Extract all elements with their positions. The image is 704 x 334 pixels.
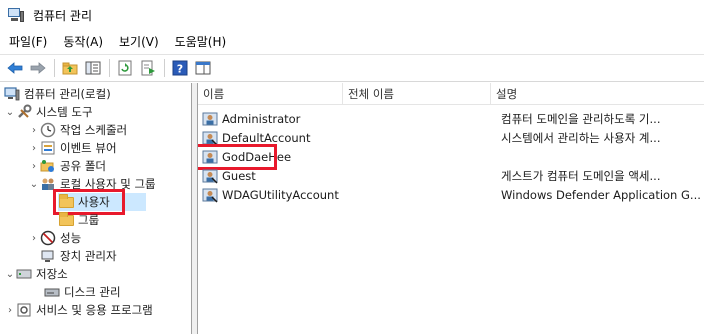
up-folder-icon[interactable] bbox=[59, 57, 81, 79]
show-hide-tree-icon[interactable] bbox=[82, 57, 104, 79]
toolbar-separator bbox=[164, 59, 165, 77]
svg-text:?: ? bbox=[177, 63, 183, 76]
table-row[interactable]: Administrator 컴퓨터 도메인을 관리하도록 기... bbox=[198, 109, 704, 128]
disk-icon bbox=[44, 284, 60, 300]
user-name: WDAGUtilityAccount bbox=[222, 187, 339, 202]
menu-help[interactable]: 도움말(H) bbox=[167, 33, 235, 50]
toolbar: ? bbox=[0, 54, 704, 82]
user-icon bbox=[202, 187, 218, 203]
back-arrow-icon[interactable] bbox=[4, 57, 26, 79]
user-full-name bbox=[348, 166, 488, 185]
help-icon[interactable]: ? bbox=[169, 57, 191, 79]
user-name: Guest bbox=[222, 168, 256, 183]
chevron-down-icon[interactable]: ⌄ bbox=[4, 268, 16, 280]
chevron-right-icon[interactable]: › bbox=[28, 142, 40, 154]
folder-icon bbox=[58, 211, 74, 228]
menu-view[interactable]: 보기(V) bbox=[111, 33, 167, 50]
column-header-description[interactable]: 설명 bbox=[491, 83, 704, 105]
menu-file[interactable]: 파일(F) bbox=[0, 33, 55, 50]
title-bar: 컴퓨터 관리 bbox=[0, 0, 704, 30]
navigation-tree: 컴퓨터 관리(로컬) ⌄ 시스템 도구 › 작업 스케줄러 › 이벤트 뷰어 ›… bbox=[0, 83, 192, 334]
table-row[interactable]: Guest 게스트가 컴퓨터 도메인을 액세... bbox=[198, 166, 704, 185]
tools-icon bbox=[16, 104, 32, 120]
chevron-right-icon[interactable]: › bbox=[4, 304, 16, 316]
performance-icon bbox=[40, 230, 56, 246]
tree-item-shared-folders[interactable]: › 공유 폴더 bbox=[28, 157, 106, 175]
user-icon bbox=[202, 111, 218, 127]
forward-arrow-icon[interactable] bbox=[27, 57, 49, 79]
menu-action[interactable]: 동작(A) bbox=[55, 33, 111, 50]
action-pane-icon[interactable] bbox=[192, 57, 214, 79]
user-full-name bbox=[348, 147, 488, 166]
chevron-down-icon[interactable]: ⌄ bbox=[28, 178, 40, 190]
table-row[interactable]: WDAGUtilityAccount Windows Defender Appl… bbox=[198, 185, 704, 204]
user-icon bbox=[202, 168, 218, 184]
toolbar-separator bbox=[54, 59, 55, 77]
clock-icon bbox=[40, 122, 56, 138]
user-description: 게스트가 컴퓨터 도메인을 액세... bbox=[501, 168, 661, 183]
user-description: 시스템에서 관리하는 사용자 계... bbox=[501, 130, 661, 145]
shared-folder-icon bbox=[40, 158, 56, 174]
tree-item-disk-management[interactable]: 디스크 관리 bbox=[44, 283, 121, 301]
tree-item-storage[interactable]: ⌄ 저장소 bbox=[4, 265, 68, 283]
tree-item-task-scheduler[interactable]: › 작업 스케줄러 bbox=[28, 121, 127, 139]
export-list-icon[interactable] bbox=[137, 57, 159, 79]
user-description: 컴퓨터 도메인을 관리하도록 기... bbox=[501, 111, 661, 126]
column-header-full-name[interactable]: 전체 이름 bbox=[343, 83, 491, 105]
window-title: 컴퓨터 관리 bbox=[33, 8, 93, 23]
user-description bbox=[501, 147, 701, 166]
computer-management-icon bbox=[8, 8, 24, 22]
toolbar-separator bbox=[109, 59, 110, 77]
user-list-pane: 이름 전체 이름 설명 Administrator 컴퓨터 도메인을 관리하도록… bbox=[197, 83, 704, 334]
chevron-right-icon[interactable]: › bbox=[28, 124, 40, 136]
user-name: DefaultAccount bbox=[222, 130, 311, 145]
chevron-down-icon[interactable]: ⌄ bbox=[4, 106, 16, 118]
event-viewer-icon bbox=[40, 140, 56, 156]
user-full-name bbox=[348, 185, 488, 204]
user-full-name bbox=[348, 109, 488, 128]
chevron-right-icon[interactable]: › bbox=[28, 232, 40, 244]
tree-item-root[interactable]: 컴퓨터 관리(로컬) bbox=[4, 85, 111, 103]
storage-icon bbox=[16, 266, 32, 282]
tree-item-event-viewer[interactable]: › 이벤트 뷰어 bbox=[28, 139, 117, 157]
tree-item-groups[interactable]: 그룹 bbox=[58, 211, 99, 229]
device-manager-icon bbox=[40, 248, 56, 264]
user-name: Administrator bbox=[222, 111, 301, 126]
user-description: Windows Defender Application G... bbox=[501, 187, 701, 202]
column-header-name[interactable]: 이름 bbox=[198, 83, 343, 105]
user-full-name bbox=[348, 128, 488, 147]
chevron-right-icon[interactable]: › bbox=[28, 160, 40, 172]
services-icon bbox=[16, 302, 32, 318]
tree-item-device-manager[interactable]: 장치 관리자 bbox=[40, 247, 117, 265]
menu-bar: 파일(F) 동작(A) 보기(V) 도움말(H) bbox=[0, 30, 704, 52]
computer-icon bbox=[4, 86, 20, 102]
tree-item-system-tools[interactable]: ⌄ 시스템 도구 bbox=[4, 103, 93, 121]
tree-item-services-apps[interactable]: › 서비스 및 응용 프로그램 bbox=[4, 301, 153, 319]
refresh-icon[interactable] bbox=[114, 57, 136, 79]
list-header: 이름 전체 이름 설명 bbox=[198, 83, 704, 105]
tree-item-performance[interactable]: › 성능 bbox=[28, 229, 81, 247]
